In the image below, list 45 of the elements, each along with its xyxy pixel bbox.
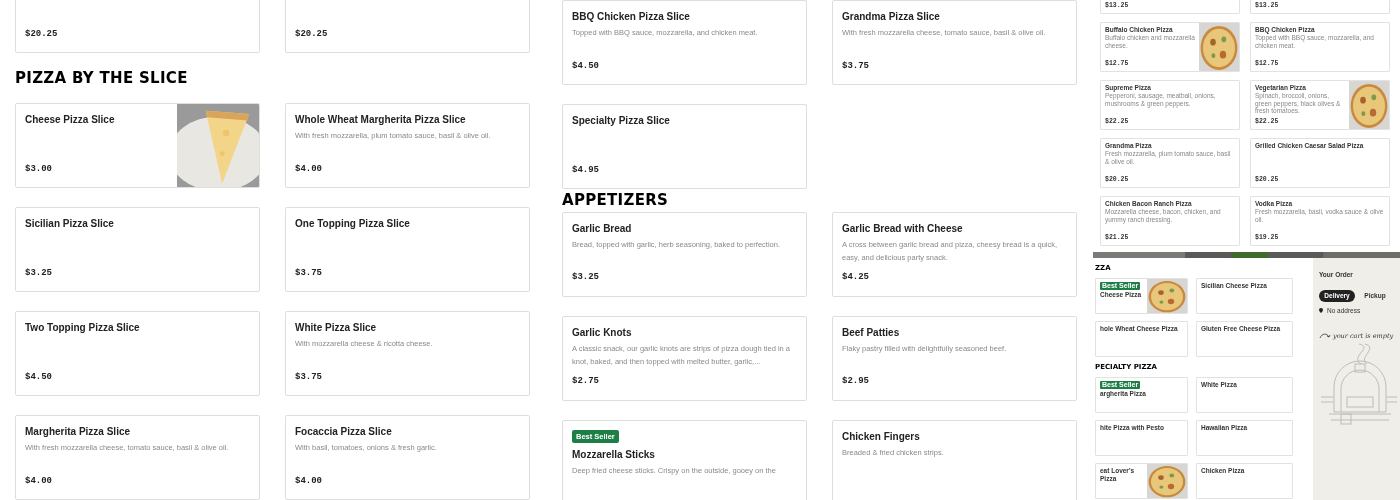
item-title: One Topping Pizza Slice: [295, 217, 411, 230]
location-pin-icon: [1319, 308, 1323, 314]
item-price: $4.50: [572, 59, 600, 73]
item-price: $4.95: [572, 163, 600, 177]
item-title: Garlic Knots: [572, 325, 633, 339]
item-title: Cheese Pizza Slice: [25, 113, 116, 126]
section-heading: PIZZA BY THE SLICE: [15, 67, 188, 89]
item-price: $4.25: [842, 271, 870, 284]
menu-card[interactable]: Specialty Pizza Slice $4.95: [562, 104, 807, 189]
item-title: Margherita Pizza Slice: [25, 425, 132, 438]
item-title: Focaccia Pizza Slice: [295, 425, 393, 438]
item-price: $4.50: [25, 370, 53, 384]
item-price: $20.25: [25, 27, 59, 41]
item-title: Grandma Pizza Slice: [842, 10, 941, 23]
item-price: $2.75: [572, 375, 600, 388]
item-price: $2.95: [842, 375, 870, 388]
item-title: Garlic Bread with Cheese: [842, 221, 964, 235]
item-title: Specialty Pizza Slice: [572, 114, 671, 127]
item-price: $4.00: [295, 474, 323, 488]
item-title: Whole Wheat Margherita Pizza Slice: [295, 113, 467, 126]
item-title: Garlic Bread: [572, 221, 633, 235]
item-title: Beef Patties: [842, 325, 901, 339]
menu-card[interactable]: Two Topping Pizza Slice $4.50: [15, 311, 260, 396]
item-price: $4.00: [295, 162, 323, 176]
item-title: Mozzarella Sticks: [572, 447, 656, 461]
item-price: $3.75: [842, 59, 870, 73]
curved-arrow-icon: [1319, 331, 1331, 340]
item-title: BBQ Chicken Pizza Slice: [572, 10, 691, 23]
item-price: $3.75: [295, 370, 323, 384]
item-price: $3.25: [572, 271, 600, 284]
menu-card[interactable]: One Topping Pizza Slice $3.75: [285, 207, 530, 292]
item-title: Two Topping Pizza Slice: [25, 321, 141, 334]
item-title: Sicilian Pizza Slice: [25, 217, 115, 230]
menu-card[interactable]: $20.25: [15, 0, 260, 53]
section-heading: APPETIZERS: [562, 190, 669, 211]
item-price: $3.75: [295, 266, 323, 280]
item-price: $20.25: [295, 27, 329, 41]
item-price: $3.25: [25, 266, 53, 280]
menu-card[interactable]: Cheese Pizza Slice $3.00: [15, 103, 260, 188]
item-title: White Pizza Slice: [295, 321, 378, 334]
menu-card[interactable]: Sicilian Pizza Slice $3.25: [15, 207, 260, 292]
item-price: $4.00: [25, 474, 53, 488]
item-title: Chicken Fingers: [842, 429, 921, 443]
item-price: $3.00: [25, 162, 53, 176]
menu-card[interactable]: $20.25: [285, 0, 530, 53]
